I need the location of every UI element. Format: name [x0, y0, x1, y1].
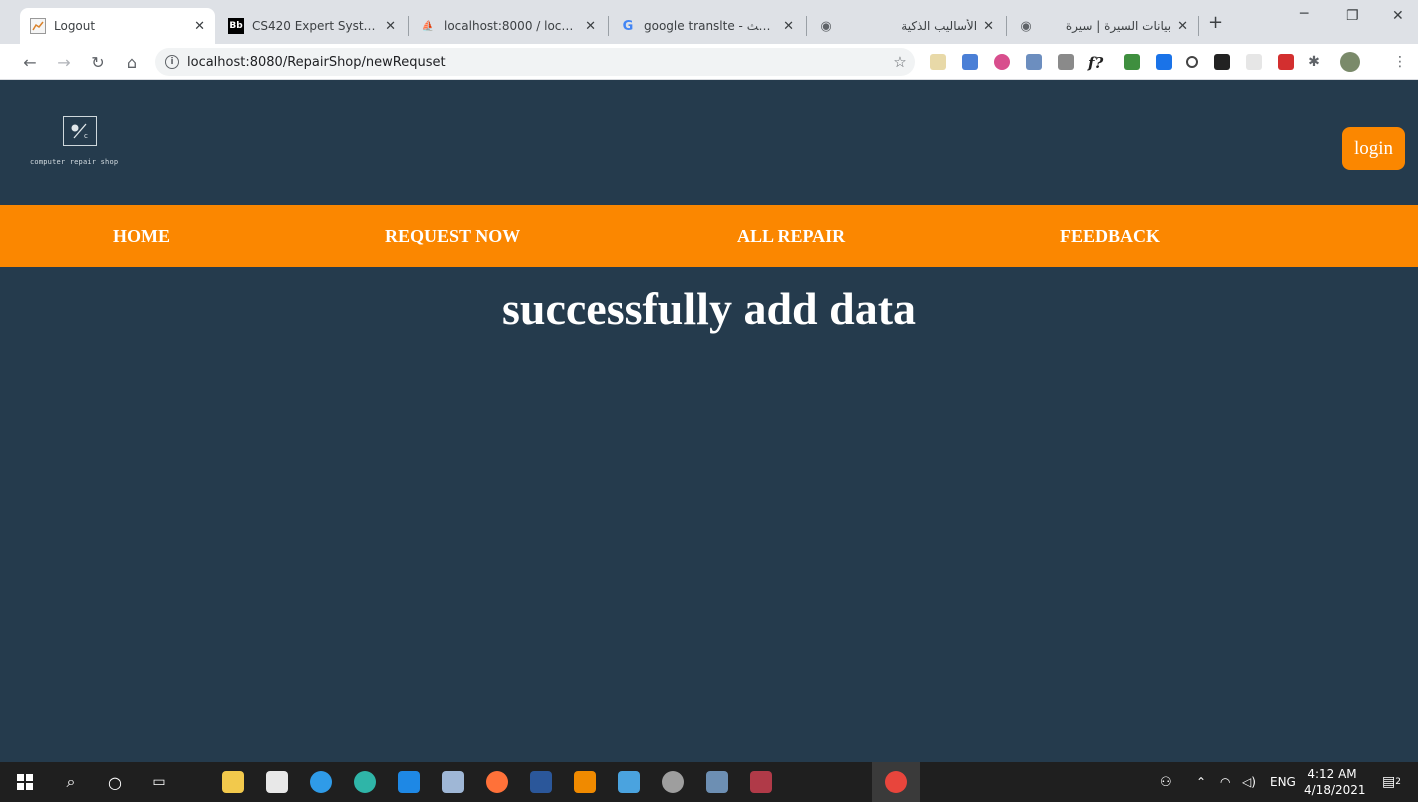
- tab-separator: [1006, 16, 1007, 36]
- logo-icon[interactable]: c: [63, 116, 97, 146]
- browser-toolbar: ← → ↻ ⌂ i localhost:8080/RepairShop/newR…: [0, 44, 1418, 80]
- react-extension-icon[interactable]: [1246, 54, 1262, 70]
- tab-cs420[interactable]: Bb CS420 Expert Systems - ✕: [218, 8, 406, 44]
- word-icon[interactable]: [530, 771, 552, 793]
- nav-feedback[interactable]: FEEDBACK: [1060, 205, 1160, 267]
- success-message: successfully add data: [501, 283, 917, 334]
- volume-icon[interactable]: ◁): [1242, 762, 1256, 802]
- disc-icon[interactable]: [662, 771, 684, 793]
- tab-title: CS420 Expert Systems -: [252, 19, 379, 33]
- window-close-icon[interactable]: ✕: [1392, 8, 1404, 24]
- blue-extension-icon[interactable]: [1156, 54, 1172, 70]
- tab-title: Logout: [54, 19, 96, 33]
- login-button[interactable]: login: [1342, 127, 1405, 170]
- translate-extension-icon[interactable]: [962, 54, 978, 70]
- windows-taskbar: ⌕ ○ ▭ ⚇ ⌃ ◠ ◁) ENG 4:12 AM 4/18/2021 ▤ 2: [0, 762, 1418, 802]
- notification-count: 2: [1395, 777, 1401, 787]
- address-bar[interactable]: i localhost:8080/RepairShop/newRequset: [155, 48, 915, 76]
- close-icon[interactable]: ✕: [194, 19, 205, 34]
- url-text: localhost:8080/RepairShop/newRequset: [187, 54, 446, 70]
- app-icon[interactable]: [310, 771, 332, 793]
- store-icon[interactable]: [266, 771, 288, 793]
- tab-separator: [806, 16, 807, 36]
- extension-icon[interactable]: [1058, 54, 1074, 70]
- system-clock[interactable]: 4:12 AM 4/18/2021: [1304, 766, 1366, 798]
- tab-phpmyadmin[interactable]: ⛵ localhost:8000 / localho ✕: [410, 8, 606, 44]
- chevron-up-icon[interactable]: ⌃: [1196, 762, 1206, 802]
- vlc-icon[interactable]: [574, 771, 596, 793]
- cube-extension-icon[interactable]: [1026, 54, 1042, 70]
- new-tab-button[interactable]: +: [1208, 12, 1223, 33]
- phpmyadmin-favicon-icon: ⛵: [421, 20, 435, 32]
- vscode-icon[interactable]: [398, 771, 420, 793]
- tab-google-search[interactable]: G google translte - بحث G ✕: [610, 8, 804, 44]
- tab-arabic-2[interactable]: ◉ بيانات السيرة | سيرة ✕: [1008, 8, 1198, 44]
- main-nav: HOME REQUEST NOW ALL REPAIR FEEDBACK: [0, 205, 1418, 267]
- tab-separator: [608, 16, 609, 36]
- notifications-icon[interactable]: ▤ 2: [1382, 762, 1401, 802]
- tab-separator: [408, 16, 409, 36]
- bb-favicon-icon: Bb: [228, 18, 244, 34]
- tab-title: localhost:8000 / localho: [444, 19, 580, 33]
- site-info-icon[interactable]: i: [165, 55, 179, 69]
- home-icon[interactable]: ⌂: [120, 50, 144, 74]
- google-favicon-icon: G: [622, 18, 634, 34]
- tree-extension-icon[interactable]: [1124, 54, 1140, 70]
- font-extension-icon[interactable]: f?: [1088, 54, 1110, 72]
- virtualbox-icon[interactable]: [442, 771, 464, 793]
- close-icon[interactable]: ✕: [1177, 19, 1188, 34]
- close-icon[interactable]: ✕: [585, 19, 596, 34]
- globe-favicon-icon: ◉: [1020, 18, 1032, 34]
- input-language[interactable]: ENG: [1270, 762, 1296, 802]
- color-extension-icon[interactable]: [994, 54, 1010, 70]
- chrome-icon[interactable]: [885, 771, 907, 793]
- nav-home[interactable]: HOME: [113, 205, 170, 267]
- close-icon[interactable]: ✕: [385, 19, 396, 34]
- tab-title: بيانات السيرة | سيرة: [1065, 19, 1172, 33]
- winrar-icon[interactable]: [750, 771, 772, 793]
- restore-icon[interactable]: ❐: [1346, 8, 1359, 24]
- circle-extension-icon[interactable]: [1186, 56, 1198, 68]
- tab-title: الأساليب الذكية: [901, 19, 978, 33]
- nav-all-repair[interactable]: ALL REPAIR: [737, 205, 845, 267]
- logo-text: computer repair shop: [30, 158, 119, 166]
- svg-text:c: c: [84, 132, 88, 140]
- tab-separator: [1198, 16, 1199, 36]
- browser-tab-strip: Logout ✕ Bb CS420 Expert Systems - ✕ ⛵ l…: [0, 0, 1418, 44]
- close-icon[interactable]: ✕: [983, 19, 994, 34]
- profile-avatar-icon[interactable]: [1340, 52, 1360, 72]
- people-icon[interactable]: ⚇: [1160, 762, 1172, 802]
- tab-title: google translte - بحث G: [644, 19, 777, 33]
- tab-arabic-1[interactable]: ◉ الأساليب الذكية ✕: [808, 8, 1004, 44]
- file-explorer-icon[interactable]: [222, 771, 244, 793]
- clock-date: 4/18/2021: [1304, 783, 1366, 797]
- tab-logout[interactable]: Logout ✕: [20, 8, 215, 44]
- close-icon[interactable]: ✕: [783, 19, 794, 34]
- menu-kebab-icon[interactable]: ⋮: [1388, 50, 1412, 74]
- dark-extension-icon[interactable]: [1214, 54, 1230, 70]
- chart-favicon-icon: [30, 18, 46, 34]
- forward-icon[interactable]: →: [52, 50, 76, 74]
- site-header: c computer repair shop login: [0, 80, 1418, 205]
- app-icon[interactable]: [706, 771, 728, 793]
- globe-favicon-icon: ◉: [820, 18, 832, 34]
- edge-icon[interactable]: [354, 771, 376, 793]
- extension-icon[interactable]: [930, 54, 946, 70]
- search-icon[interactable]: ⌕: [60, 771, 82, 793]
- minimize-icon[interactable]: ─: [1300, 6, 1308, 22]
- nav-request-now[interactable]: REQUEST NOW: [385, 205, 520, 267]
- reload-icon[interactable]: ↻: [86, 50, 110, 74]
- app-icon[interactable]: [618, 771, 640, 793]
- windows-start-icon[interactable]: [14, 771, 36, 793]
- wifi-icon[interactable]: ◠: [1220, 762, 1230, 802]
- extensions-puzzle-icon[interactable]: ✱: [1302, 50, 1326, 74]
- clock-time: 4:12 AM: [1307, 767, 1357, 781]
- cortana-icon[interactable]: ○: [104, 771, 126, 793]
- bookmark-star-icon[interactable]: ☆: [888, 50, 912, 74]
- task-view-icon[interactable]: ▭: [148, 771, 170, 793]
- firefox-icon[interactable]: [486, 771, 508, 793]
- back-icon[interactable]: ←: [18, 50, 42, 74]
- red-extension-icon[interactable]: [1278, 54, 1294, 70]
